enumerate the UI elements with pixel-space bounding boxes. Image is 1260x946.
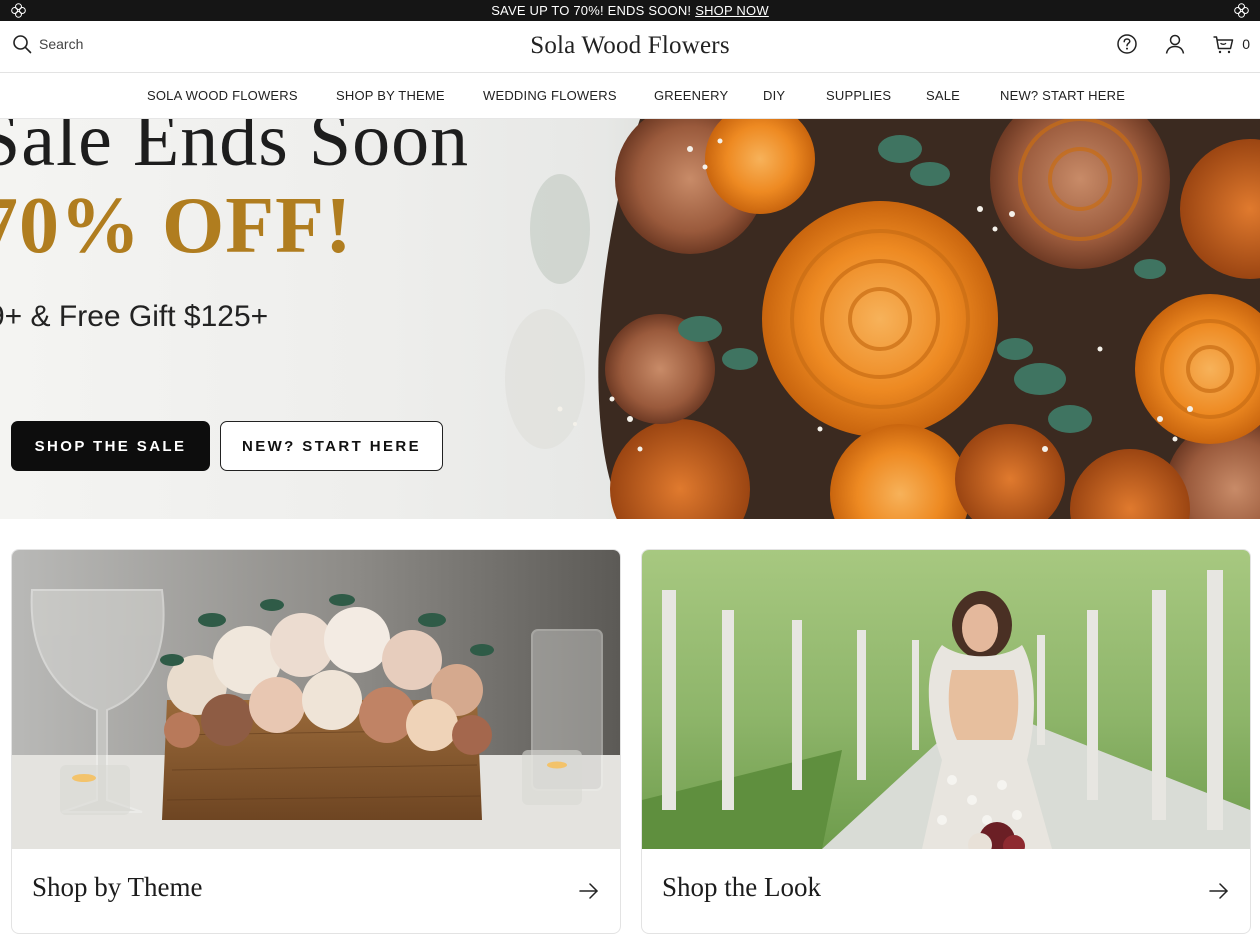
shop-the-look-card[interactable]: Shop the Look <box>641 549 1251 934</box>
flower-logo-icon <box>1234 3 1249 18</box>
shop-now-link[interactable]: SHOP NOW <box>695 3 769 18</box>
hero-title: Sale Ends Soon <box>0 119 470 182</box>
search-placeholder: Search <box>39 36 84 52</box>
search-icon <box>13 35 32 54</box>
theme-card-image <box>12 550 620 849</box>
announcement-text: SAVE UP TO 70%! ENDS SOON! <box>491 3 692 18</box>
site-logo-wrap: Sola Wood Flowers <box>0 32 1260 60</box>
nav-item-greenery[interactable]: GREENERY <box>654 88 728 103</box>
shop-by-theme-card[interactable]: Shop by Theme <box>11 549 621 934</box>
shop-the-look-caption: Shop the Look <box>662 872 821 902</box>
look-card-image <box>642 550 1250 849</box>
site-header: Search Sola Wood Flowers 0 <box>0 21 1260 73</box>
arrow-right-icon <box>1209 883 1228 899</box>
cart-count: 0 <box>1242 36 1250 52</box>
hero-banner: Sale Ends Soon 70% OFF! 9+ & Free Gift $… <box>0 119 1260 519</box>
site-logo[interactable]: Sola Wood Flowers <box>530 32 730 59</box>
cart-button[interactable]: 0 <box>1212 33 1250 55</box>
hero-discount: 70% OFF! <box>0 182 353 270</box>
announcement-bar: SAVE UP TO 70%! ENDS SOON! SHOP NOW <box>0 0 1260 21</box>
new-start-here-button[interactable]: NEW? START HERE <box>220 421 443 471</box>
nav-item-new-start-here[interactable]: NEW? START HERE <box>1000 88 1125 103</box>
help-icon[interactable] <box>1116 33 1138 55</box>
shop-the-sale-button[interactable]: SHOP THE SALE <box>11 421 210 471</box>
bride-image <box>642 550 1250 849</box>
hero-offer-text: 9+ & Free Gift $125+ <box>0 300 269 333</box>
flower-logo-icon <box>11 3 26 18</box>
nav-item-shop-by-theme[interactable]: SHOP BY THEME <box>336 88 445 103</box>
cart-icon <box>1213 36 1234 54</box>
arrow-right-icon <box>579 883 598 899</box>
header-actions: 0 <box>1116 33 1250 55</box>
shop-by-theme-caption: Shop by Theme <box>32 872 203 902</box>
nav-item-wedding-flowers[interactable]: WEDDING FLOWERS <box>483 88 617 103</box>
nav-item-diy[interactable]: DIY <box>763 88 785 103</box>
search-input[interactable]: Search <box>12 34 83 54</box>
nav-item-sola-wood-flowers[interactable]: SOLA WOOD FLOWERS <box>147 88 298 103</box>
account-icon[interactable] <box>1164 33 1186 55</box>
centerpiece-image <box>12 550 620 849</box>
nav-item-supplies[interactable]: SUPPLIES <box>826 88 891 103</box>
main-nav: SOLA WOOD FLOWERS SHOP BY THEME WEDDING … <box>0 73 1260 119</box>
nav-item-sale[interactable]: SALE <box>926 88 960 103</box>
